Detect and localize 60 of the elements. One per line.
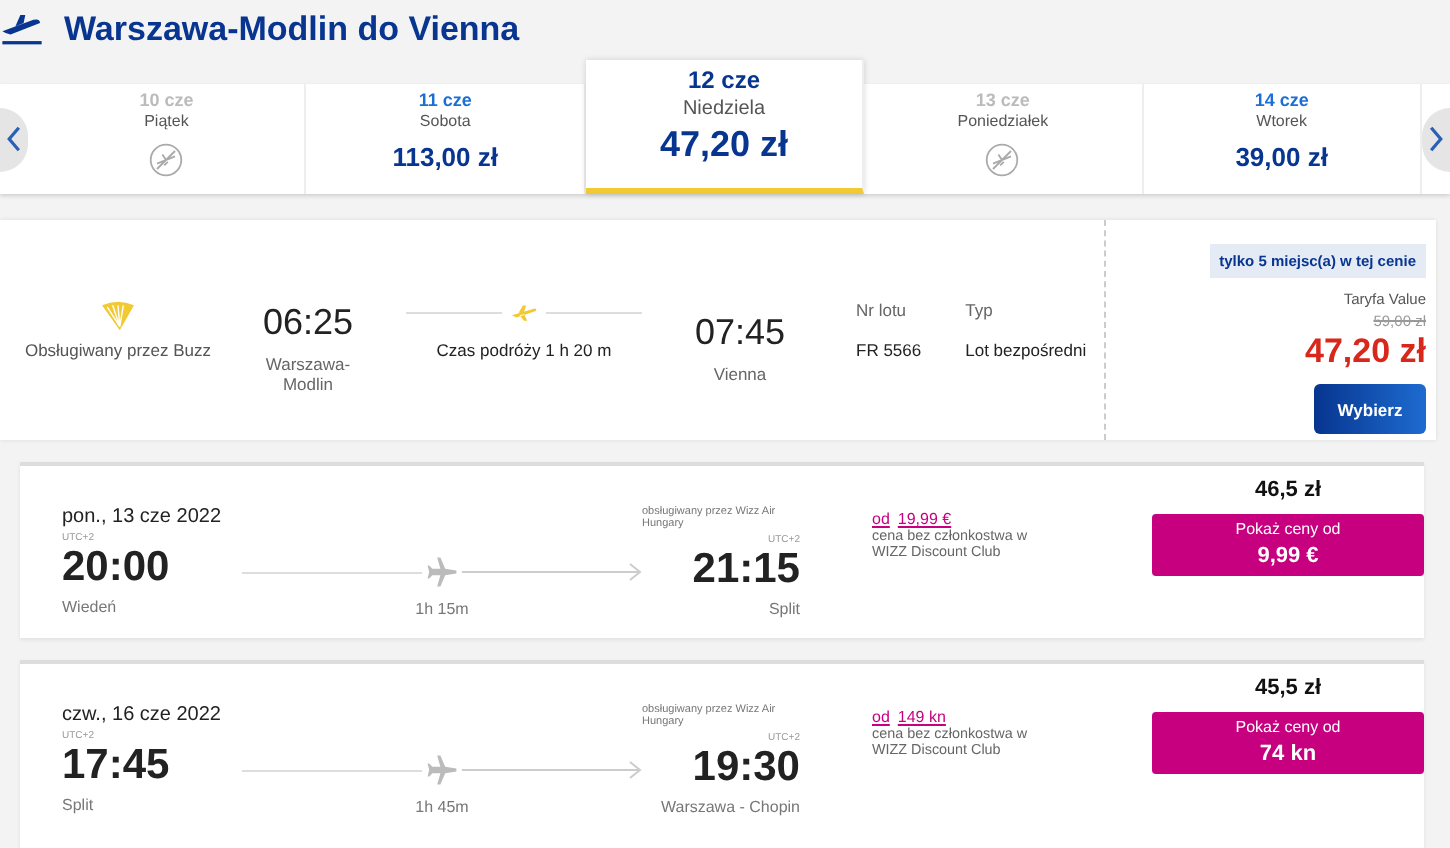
price-label: 113,00 zł — [392, 142, 498, 172]
chevron-left-icon — [6, 126, 22, 152]
date-label: 13 cze — [975, 90, 1030, 110]
flight-type: Lot bezpośredni — [965, 340, 1087, 360]
arrival-time: 07:45 — [694, 312, 786, 354]
date-label: 12 cze — [688, 66, 761, 94]
plane-icon — [426, 754, 458, 786]
departure-time: 20:00 — [62, 544, 170, 592]
show-prices-button[interactable]: Pokaż ceny od 9,99 € — [1152, 514, 1424, 576]
operator-label: Obsługiwany przez Buzz — [24, 340, 212, 360]
from-link[interactable]: od — [872, 510, 890, 528]
arrival-time: 21:15 — [692, 546, 800, 594]
from-link[interactable]: od — [872, 708, 890, 726]
departure-city: Split — [62, 796, 94, 814]
weekday-label: Niedziela — [682, 98, 766, 120]
date-label: 10 cze — [139, 90, 194, 110]
price-label: 39,00 zł — [1235, 142, 1328, 172]
price-label: 47,20 zł — [659, 124, 789, 166]
date-label: czw., 16 cze 2022 — [62, 704, 221, 726]
date-tab[interactable]: 13 cze Poniedziałek — [864, 84, 1144, 194]
field-label: Nr lotu — [856, 300, 907, 320]
arrival-city: Vienna — [711, 364, 769, 384]
select-button[interactable]: Wybierz — [1314, 384, 1426, 434]
arrival-time: 19:30 — [692, 744, 800, 792]
no-flight-icon — [148, 142, 185, 178]
previous-button[interactable] — [0, 107, 28, 171]
total-price: 46,5 zł — [1254, 478, 1322, 502]
page-title: Warszawa-Modlin do Vienna — [64, 10, 520, 50]
field-label: Typ — [965, 300, 993, 320]
date-tab[interactable]: 12 cze Niedziela 47,20 zł — [585, 60, 865, 194]
departure-time: 17:45 — [62, 742, 170, 790]
price-link[interactable]: 149 kn — [897, 708, 946, 726]
weekday-label: Wtorek — [1256, 112, 1307, 130]
chevron-right-icon — [1428, 126, 1445, 152]
arrival-city: Split — [768, 600, 800, 618]
date-tab[interactable]: 10 cze Piątek — [28, 84, 307, 194]
plane-icon — [426, 556, 458, 588]
arrival-city: Warszawa - Chopin — [660, 798, 800, 816]
price-link[interactable]: 19,99 € — [897, 510, 952, 528]
date-label: pon., 13 cze 2022 — [62, 506, 222, 528]
duration-label: 1h 45m — [415, 798, 469, 816]
no-flight-icon — [984, 142, 1021, 178]
show-prices-button[interactable]: Pokaż ceny od 74 kn — [1152, 712, 1424, 774]
departure-time: 06:25 — [262, 302, 354, 344]
total-price: 45,5 zł — [1254, 676, 1322, 700]
duration-label: 1h 15m — [415, 600, 469, 618]
harp-logo-icon — [100, 300, 136, 332]
departure-icon — [0, 10, 44, 46]
duration-label: Czas podróży 1 h 20 m — [436, 340, 612, 360]
date-label: 11 cze — [418, 90, 472, 110]
flight-number: FR 5566 — [856, 340, 922, 360]
weekday-label: Sobota — [419, 112, 471, 130]
departure-city: Warszawa-Modlin — [263, 354, 353, 394]
weekday-label: Poniedziałek — [957, 112, 1049, 130]
plane-icon — [508, 300, 540, 324]
next-button[interactable] — [1422, 107, 1450, 171]
departure-city: Wiedeń — [62, 598, 117, 616]
date-label: 14 cze — [1254, 90, 1309, 110]
weekday-label: Piątek — [144, 112, 189, 130]
price-label: 47,20 zł — [1305, 332, 1426, 372]
